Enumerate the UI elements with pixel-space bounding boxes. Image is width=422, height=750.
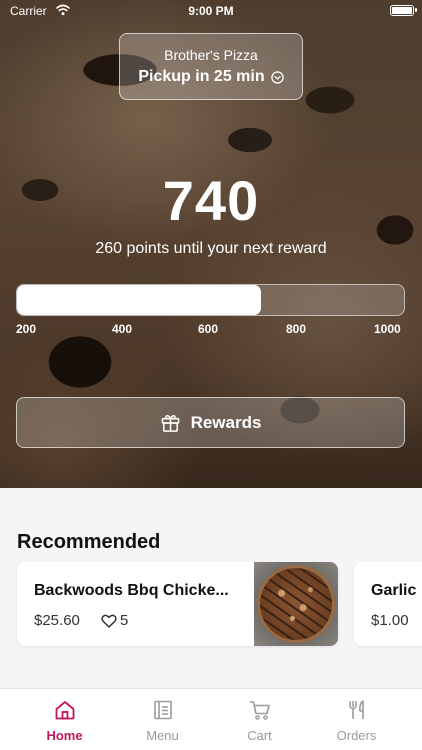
status-bar: Carrier 9:00 PM bbox=[0, 0, 422, 22]
recommended-item-card[interactable]: Garlic $1.00 bbox=[354, 562, 422, 646]
tab-orders[interactable]: Orders bbox=[308, 689, 405, 750]
rewards-button-label: Rewards bbox=[190, 412, 262, 432]
item-photo bbox=[254, 562, 338, 646]
tab-cart[interactable]: Cart bbox=[211, 689, 308, 750]
rewards-progress-fill bbox=[17, 285, 261, 315]
rewards-progress-bar bbox=[16, 284, 405, 316]
tab-bar: Home Menu Cart Orders bbox=[0, 688, 422, 750]
tab-label: Orders bbox=[336, 728, 377, 743]
item-name: Garlic bbox=[371, 582, 417, 599]
orders-icon bbox=[348, 700, 364, 719]
heart-icon bbox=[101, 614, 117, 628]
progress-tick-label: 800 bbox=[286, 322, 307, 336]
item-price: $25.60 bbox=[34, 612, 80, 629]
like-count: 5 bbox=[120, 612, 129, 629]
store-pickup-selector[interactable]: Brother's Pizza Pickup in 25 min bbox=[119, 33, 303, 100]
progress-tick-label: 600 bbox=[198, 322, 219, 336]
progress-tick-label: 200 bbox=[16, 322, 37, 336]
battery-icon bbox=[390, 5, 417, 16]
recommended-item-card[interactable]: Backwoods Bbq Chicke... $25.60 5 bbox=[17, 562, 338, 646]
store-name: Brother's Pizza bbox=[164, 47, 258, 63]
item-name: Backwoods Bbq Chicke... bbox=[34, 582, 229, 599]
pickup-time: Pickup in 25 min bbox=[138, 68, 265, 85]
chevron-down-circle-icon bbox=[270, 70, 284, 84]
pizza-image bbox=[260, 568, 332, 640]
rewards-button[interactable]: Rewards bbox=[16, 397, 405, 448]
hero-banner: Carrier 9:00 PM Brother's Pizza Pickup i… bbox=[0, 0, 422, 488]
points-caption: 260 points until your next reward bbox=[95, 240, 327, 257]
home-icon bbox=[55, 701, 74, 720]
recommended-title: Recommended bbox=[17, 531, 161, 553]
progress-tick-label: 400 bbox=[112, 322, 133, 336]
cart-icon bbox=[249, 701, 270, 720]
tab-menu[interactable]: Menu bbox=[114, 689, 211, 750]
points-balance: 740 bbox=[162, 169, 260, 232]
tab-label: Menu bbox=[146, 728, 179, 743]
status-time: 9:00 PM bbox=[188, 4, 234, 18]
tab-home[interactable]: Home bbox=[16, 689, 113, 750]
progress-tick-label: 1000 bbox=[374, 322, 401, 336]
item-price: $1.00 bbox=[371, 612, 409, 629]
like-button[interactable]: 5 bbox=[101, 612, 128, 629]
tab-label: Cart bbox=[247, 728, 272, 743]
gift-icon bbox=[161, 415, 179, 432]
menu-icon bbox=[153, 700, 172, 720]
main-content: Recommended Backwoods Bbq Chicke... $25.… bbox=[0, 488, 422, 688]
tab-label: Home bbox=[46, 728, 83, 743]
